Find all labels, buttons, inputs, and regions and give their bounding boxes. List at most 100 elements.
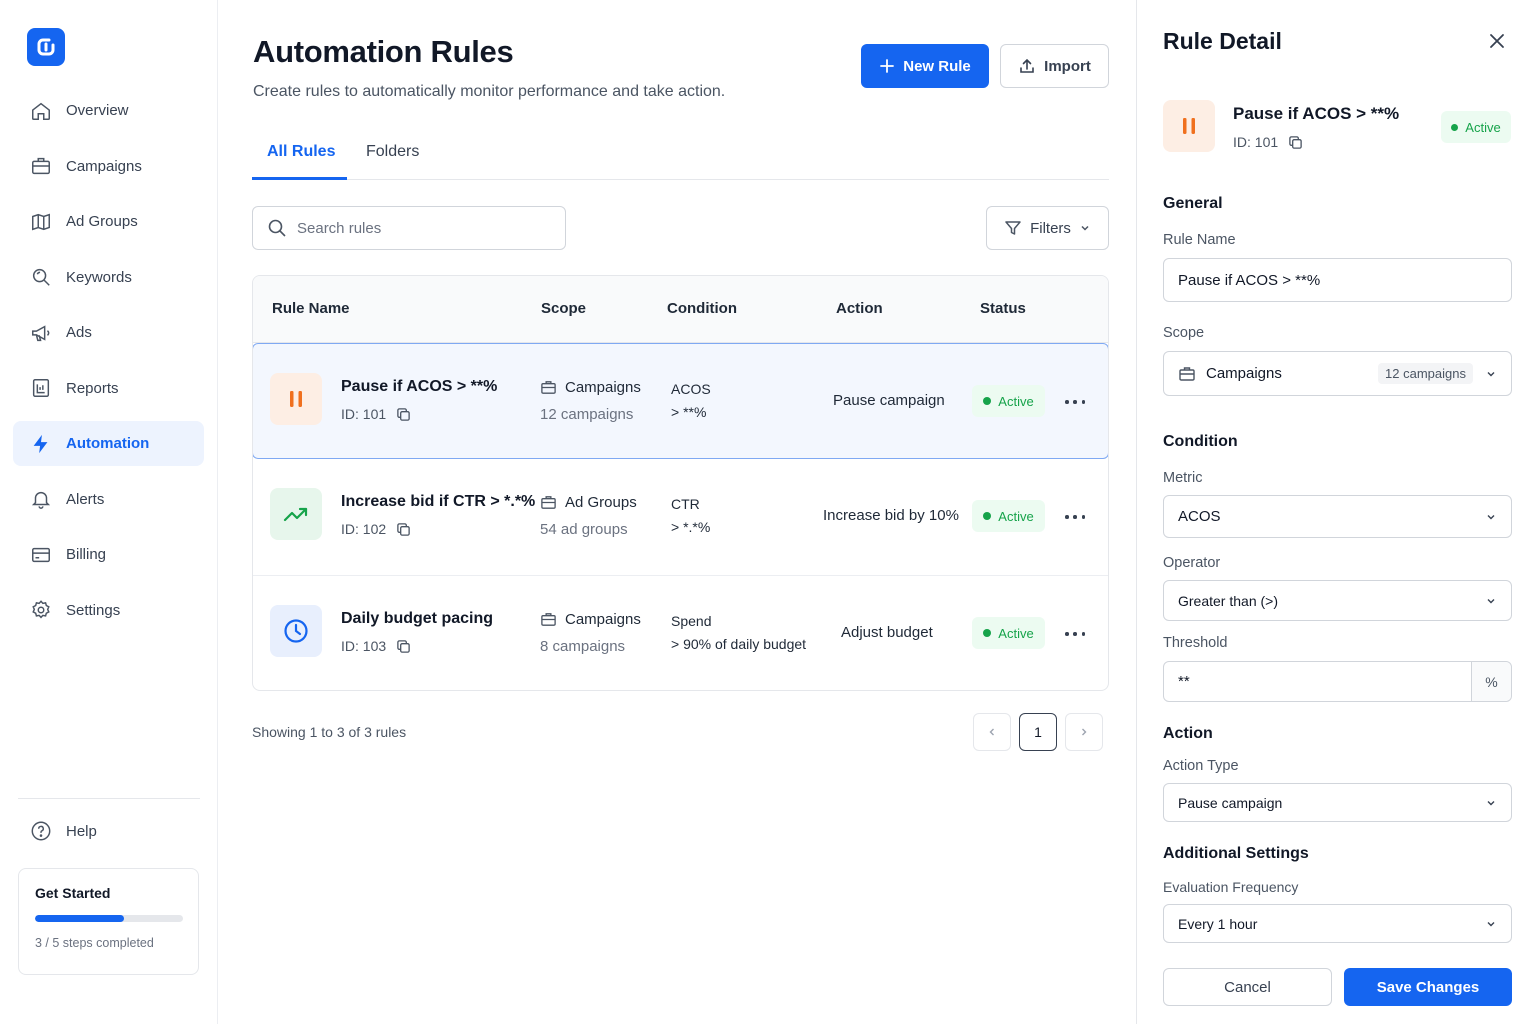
sidebar-item-automation[interactable]: Automation xyxy=(13,421,204,466)
more-options-icon[interactable] xyxy=(1065,509,1085,525)
sidebar: Overview Campaigns Ad Groups Keywords Ad… xyxy=(0,0,218,1024)
copy-icon[interactable] xyxy=(396,639,411,654)
chevron-down-icon xyxy=(1487,371,1495,376)
get-started-progress xyxy=(35,915,183,922)
table-header: Rule Name Scope Condition Action Status xyxy=(253,276,1108,343)
rules-table: Rule Name Scope Condition Action Status … xyxy=(252,275,1109,691)
table-row[interactable]: Daily budget pacing ID: 103 Campaigns 8 … xyxy=(253,576,1108,690)
status-text: Active xyxy=(1465,119,1501,135)
import-button[interactable]: Import xyxy=(1000,44,1109,88)
page-button-current[interactable]: 1 xyxy=(1019,713,1057,751)
header-condition[interactable]: Condition xyxy=(667,300,737,317)
action-type-select[interactable]: Pause campaign xyxy=(1163,783,1512,822)
frequency-select[interactable]: Every 1 hour xyxy=(1163,904,1512,943)
rule-name-input[interactable] xyxy=(1178,271,1497,289)
operator-select[interactable]: Greater than (>) xyxy=(1163,580,1512,621)
rule-name: Increase bid if CTR > *.*% xyxy=(341,493,536,510)
condition-rule: > *.*% xyxy=(671,519,711,535)
scope-select[interactable]: Campaigns 12 campaigns xyxy=(1163,351,1512,396)
more-options-icon[interactable] xyxy=(1065,626,1085,642)
copy-icon[interactable] xyxy=(396,522,411,537)
search-input[interactable] xyxy=(297,219,537,237)
sidebar-item-settings[interactable]: Settings xyxy=(13,588,204,633)
filters-button[interactable]: Filters xyxy=(986,206,1109,250)
sidebar-item-overview[interactable]: Overview xyxy=(13,88,204,133)
sidebar-item-label: Keywords xyxy=(66,268,132,286)
sidebar-item-reports[interactable]: Reports xyxy=(13,366,204,411)
threshold-input[interactable] xyxy=(1178,673,1458,690)
condition-metric: Spend xyxy=(671,613,712,629)
scope-type: Campaigns xyxy=(540,379,641,396)
app-logo-icon[interactable] xyxy=(27,28,65,66)
scope-type-label: Ad Groups xyxy=(565,494,637,511)
clock-icon xyxy=(284,619,308,643)
chevron-down-icon xyxy=(1081,225,1089,231)
help-label: Help xyxy=(66,822,97,840)
page-title: Automation Rules xyxy=(253,34,514,69)
header-action[interactable]: Action xyxy=(836,300,883,317)
rule-name-label: Rule Name xyxy=(1163,232,1236,248)
import-label: Import xyxy=(1044,57,1091,75)
more-options-icon[interactable] xyxy=(1065,394,1085,410)
scope-count-chip: 12 campaigns xyxy=(1378,363,1473,384)
sidebar-divider xyxy=(18,798,200,799)
tab-folders[interactable]: Folders xyxy=(366,143,419,161)
rule-name: Daily budget pacing xyxy=(341,610,494,627)
copy-icon[interactable] xyxy=(396,407,411,422)
copy-icon[interactable] xyxy=(1288,135,1303,150)
scope-select-value: Campaigns xyxy=(1206,365,1282,382)
cancel-button[interactable]: Cancel xyxy=(1163,968,1332,1006)
sidebar-item-label: Campaigns xyxy=(66,157,142,175)
home-icon xyxy=(32,102,50,120)
rule-name-field[interactable] xyxy=(1163,258,1512,302)
metric-select-value: ACOS xyxy=(1178,508,1221,525)
briefcase-icon xyxy=(1179,366,1195,381)
rule-id: ID: 102 xyxy=(341,521,411,537)
get-started-card[interactable]: Get Started 3 / 5 steps completed xyxy=(18,868,199,975)
close-icon[interactable] xyxy=(1487,31,1507,51)
condition-metric: CTR xyxy=(671,496,700,512)
header-rule-name[interactable]: Rule Name xyxy=(272,300,350,317)
scope-label: Scope xyxy=(1163,325,1205,341)
rule-id-text: ID: 103 xyxy=(341,638,387,654)
threshold-field[interactable]: % xyxy=(1163,661,1512,702)
metric-label: Metric xyxy=(1163,470,1203,486)
rule-id-text: ID: 101 xyxy=(341,406,387,422)
header-scope[interactable]: Scope xyxy=(541,300,586,317)
sidebar-item-label: Billing xyxy=(66,546,107,563)
next-page-button[interactable] xyxy=(1065,713,1103,751)
rule-id-text: ID: 102 xyxy=(341,521,387,537)
chevron-down-icon xyxy=(1487,598,1495,603)
row-icon-box xyxy=(270,373,322,425)
plus-icon xyxy=(880,59,895,73)
sidebar-item-keywords[interactable]: Keywords xyxy=(13,255,204,300)
row-icon-box xyxy=(270,605,322,657)
new-rule-button[interactable]: New Rule xyxy=(861,44,989,88)
help-link[interactable]: Help xyxy=(30,820,97,842)
chevron-down-icon xyxy=(1487,514,1495,519)
prev-page-button[interactable] xyxy=(973,713,1011,751)
sidebar-item-ad-groups[interactable]: Ad Groups xyxy=(13,199,204,244)
sidebar-nav: Overview Campaigns Ad Groups Keywords Ad… xyxy=(13,88,204,643)
search-icon xyxy=(268,219,286,237)
header-status[interactable]: Status xyxy=(980,300,1026,317)
condition-metric: ACOS xyxy=(671,381,711,397)
get-started-title: Get Started xyxy=(35,885,111,901)
condition-rule: > 90% of daily budget xyxy=(671,636,807,652)
sidebar-item-billing[interactable]: Billing xyxy=(13,532,204,577)
pause-icon xyxy=(1183,118,1195,134)
panel-rule-id: ID: 101 xyxy=(1233,134,1303,150)
status-text: Active xyxy=(998,508,1034,524)
action-type-value: Pause campaign xyxy=(1178,794,1283,811)
save-changes-button[interactable]: Save Changes xyxy=(1344,968,1512,1006)
search-box[interactable] xyxy=(252,206,566,250)
table-row[interactable]: Increase bid if CTR > *.*% ID: 102 Ad Gr… xyxy=(253,459,1108,576)
table-row[interactable]: Pause if ACOS > **% ID: 101 Campaigns 12… xyxy=(253,343,1108,459)
sidebar-item-campaigns[interactable]: Campaigns xyxy=(13,144,204,189)
condition-rule: > **% xyxy=(671,404,707,420)
sidebar-item-alerts[interactable]: Alerts xyxy=(13,477,204,522)
sidebar-item-ads[interactable]: Ads xyxy=(13,310,204,355)
scope-type: Ad Groups xyxy=(540,494,637,511)
tab-all-rules[interactable]: All Rules xyxy=(267,143,335,161)
metric-select[interactable]: ACOS xyxy=(1163,495,1512,538)
